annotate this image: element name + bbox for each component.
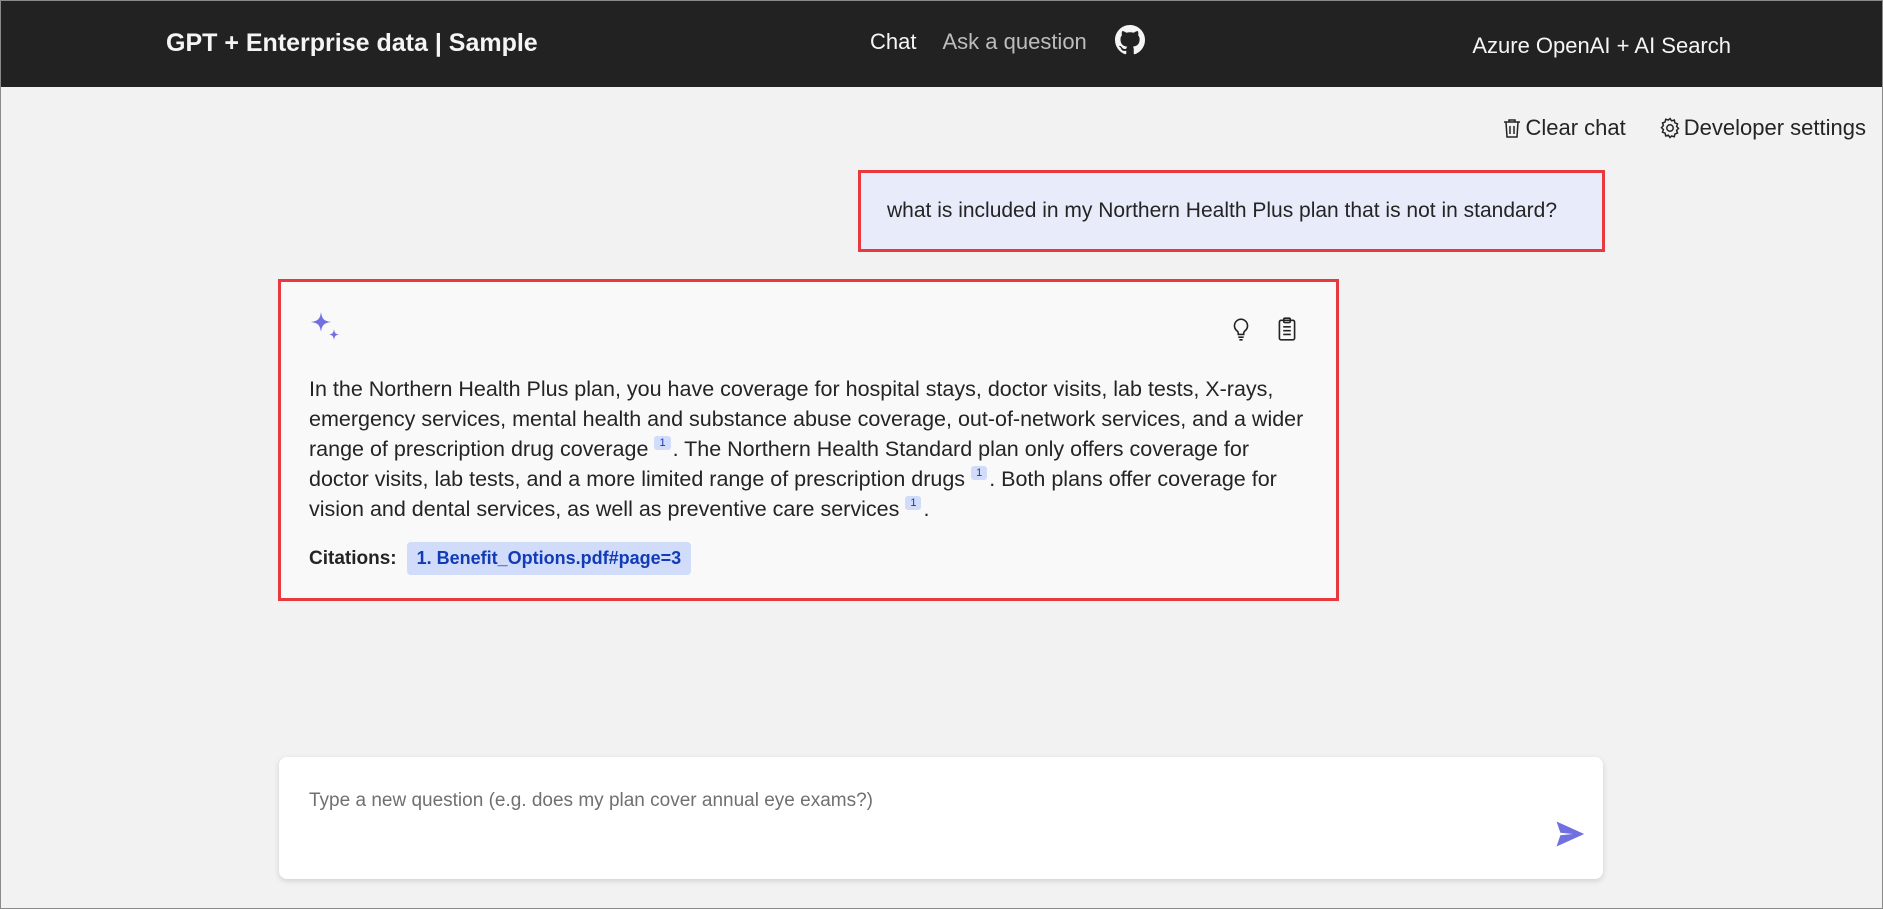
service-title: Azure OpenAI + AI Search — [1472, 33, 1731, 58]
citation-ref[interactable]: 1 — [971, 466, 988, 480]
citation-link[interactable]: 1. Benefit_Options.pdf#page=3 — [406, 542, 692, 575]
app-title[interactable]: GPT + Enterprise data | Sample — [166, 29, 538, 58]
gear-icon — [1660, 117, 1680, 139]
answer-card: In the Northern Health Plus plan, you ha… — [278, 279, 1339, 601]
citations-label: Citations: — [309, 547, 397, 569]
lightbulb-icon[interactable] — [1228, 316, 1254, 342]
developer-settings-button[interactable]: Developer settings — [1658, 115, 1866, 141]
question-input-box — [279, 757, 1603, 879]
clear-chat-button[interactable]: Clear chat — [1500, 115, 1626, 141]
answer-segment: . — [923, 497, 930, 521]
command-bar: Clear chat Developer settings — [1468, 115, 1866, 141]
answer-text: In the Northern Health Plus plan, you ha… — [309, 374, 1309, 524]
send-icon[interactable] — [1553, 817, 1587, 851]
question-input[interactable] — [309, 781, 1489, 821]
top-header: GPT + Enterprise data | Sample Chat Ask … — [1, 1, 1882, 87]
clipboard-icon[interactable] — [1274, 316, 1300, 342]
nav-ask-question-link[interactable]: Ask a question — [942, 29, 1086, 55]
clear-chat-label: Clear chat — [1525, 115, 1626, 140]
answer-actions — [1208, 316, 1300, 342]
citation-ref[interactable]: 1 — [905, 496, 922, 510]
github-icon[interactable] — [1114, 25, 1145, 55]
user-message-text: what is included in my Northern Health P… — [887, 199, 1558, 222]
citation-ref[interactable]: 1 — [654, 436, 671, 450]
top-nav: Chat Ask a question — [870, 25, 1145, 55]
trash-icon — [1503, 119, 1520, 138]
user-message-bubble: what is included in my Northern Health P… — [858, 170, 1605, 252]
citations-row: Citations: 1. Benefit_Options.pdf#page=3 — [309, 542, 692, 575]
developer-settings-label: Developer settings — [1683, 115, 1866, 140]
sparkle-icon — [311, 312, 339, 340]
nav-chat-link[interactable]: Chat — [870, 29, 916, 55]
